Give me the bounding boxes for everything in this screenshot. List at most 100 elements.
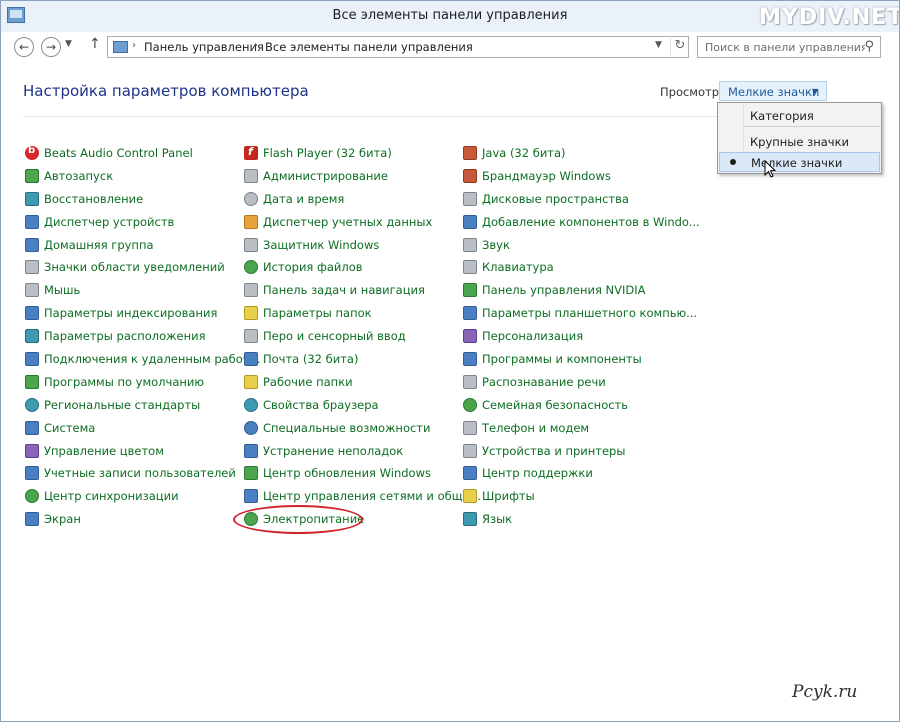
page-title: Настройка параметров компьютера bbox=[23, 82, 309, 100]
control-panel-item-label: Домашняя группа bbox=[44, 237, 154, 252]
breadcrumb-separator-icon[interactable]: › bbox=[254, 40, 258, 51]
fonts-icon bbox=[463, 489, 477, 504]
control-panel-item-label: Рабочие папки bbox=[263, 374, 353, 389]
breadcrumb-control-panel[interactable]: Панель управления bbox=[144, 40, 264, 54]
view-by-dropdown[interactable]: Мелкие значки ▼ bbox=[719, 81, 827, 101]
selected-bullet-icon bbox=[730, 159, 736, 165]
view-by-value: Мелкие значки bbox=[728, 85, 820, 99]
control-panel-item-label: Шрифты bbox=[482, 489, 535, 504]
troubleshooting-icon bbox=[244, 443, 258, 458]
internet-options-icon bbox=[244, 397, 258, 412]
control-panel-item-label: Подключения к удаленным рабоч... bbox=[44, 352, 261, 367]
control-panel-item-label: Язык bbox=[482, 512, 513, 527]
user-accounts-icon bbox=[25, 466, 39, 481]
beats-icon bbox=[25, 145, 39, 160]
control-panel-item-label: Телефон и модем bbox=[482, 420, 590, 435]
mouse-icon bbox=[25, 283, 39, 298]
search-input[interactable] bbox=[698, 37, 865, 57]
control-panel-item-label: Панель задач и навигация bbox=[263, 283, 425, 298]
control-panel-item-label: Панель управления NVIDIA bbox=[482, 283, 646, 298]
site-logo: Pcyk.ru bbox=[792, 682, 858, 702]
phone-modem-icon bbox=[463, 420, 477, 435]
network-center-icon bbox=[244, 489, 258, 504]
control-panel-item-label: Центр синхронизации bbox=[44, 489, 179, 504]
control-panel-item-label: Звук bbox=[482, 237, 510, 252]
control-panel-item-label: Распознавание речи bbox=[482, 374, 606, 389]
control-panel-item-label: Управление цветом bbox=[44, 443, 164, 458]
nvidia-icon bbox=[463, 283, 477, 298]
windows-update-icon bbox=[244, 466, 258, 481]
speech-recognition-icon bbox=[463, 374, 477, 389]
control-panel-item-label: Почта (32 бита) bbox=[263, 352, 359, 367]
recovery-icon bbox=[25, 191, 39, 206]
dropdown-arrow-icon: ▼ bbox=[811, 87, 818, 96]
mouse-pointer-icon bbox=[764, 160, 777, 178]
display-icon bbox=[25, 512, 39, 527]
sync-center-icon bbox=[25, 489, 39, 504]
control-panel-item-label: Автозапуск bbox=[44, 168, 114, 183]
control-panel-item-label: Программы по умолчанию bbox=[44, 374, 205, 389]
back-button[interactable]: ← bbox=[14, 37, 34, 57]
control-panel-item-label: Устройства и принтеры bbox=[482, 443, 626, 458]
firewall-icon bbox=[463, 168, 477, 183]
control-panel-item-label: Мышь bbox=[44, 283, 81, 298]
control-panel-item-label: Система bbox=[44, 420, 96, 435]
recent-pages-chevron-icon[interactable]: ▼ bbox=[65, 39, 72, 49]
search-field[interactable]: ⚲ bbox=[697, 36, 881, 58]
credential-manager-icon bbox=[244, 214, 258, 229]
action-center-icon bbox=[463, 466, 477, 481]
back-arrow-icon: ← bbox=[18, 40, 30, 54]
storage-spaces-icon bbox=[463, 191, 477, 206]
control-panel-item-label: Параметры расположения bbox=[44, 329, 206, 344]
control-panel-item-label: Учетные записи пользователей bbox=[44, 466, 236, 481]
default-programs-icon bbox=[25, 374, 39, 389]
control-panel-item-label: Flash Player (32 бита) bbox=[263, 146, 392, 160]
control-panel-item-label: Центр обновления Windows bbox=[263, 466, 431, 481]
control-panel-item-label: Диспетчер устройств bbox=[44, 214, 175, 229]
autoplay-icon bbox=[25, 168, 39, 183]
menu-item-large-icons[interactable]: Крупные значки bbox=[719, 132, 880, 152]
personalization-icon bbox=[463, 329, 477, 344]
sound-icon bbox=[463, 237, 477, 252]
control-panel-item-label: Параметры планшетного компью... bbox=[482, 306, 698, 321]
control-panel-item-label: Администрирование bbox=[263, 168, 388, 183]
address-field[interactable]: › Панель управления › Все элементы панел… bbox=[107, 36, 689, 58]
refresh-icon[interactable]: ↻ bbox=[670, 38, 689, 56]
region-icon bbox=[25, 397, 39, 412]
control-panel-item-label: Перо и сенсорный ввод bbox=[263, 329, 406, 344]
forward-button[interactable]: → bbox=[41, 37, 61, 57]
breadcrumb-separator-icon[interactable]: › bbox=[132, 40, 136, 51]
color-management-icon bbox=[25, 443, 39, 458]
control-panel-item-label: Брандмауэр Windows bbox=[482, 168, 611, 183]
up-button[interactable]: ↑ bbox=[89, 36, 101, 52]
breadcrumb-all-items[interactable]: Все элементы панели управления bbox=[265, 40, 473, 54]
system-icon bbox=[25, 420, 39, 435]
menu-item-label: Категория bbox=[750, 109, 814, 123]
keyboard-icon bbox=[463, 260, 477, 275]
menu-item-label: Крупные значки bbox=[750, 135, 850, 149]
control-panel-item-label: Специальные возможности bbox=[263, 420, 431, 435]
flash-icon bbox=[244, 145, 258, 160]
control-panel-item-label: Программы и компоненты bbox=[482, 352, 642, 367]
menu-item-category[interactable]: Категория bbox=[719, 106, 880, 126]
control-panel-item-label: Диспетчер учетных данных bbox=[263, 214, 433, 229]
homegroup-icon bbox=[25, 237, 39, 252]
control-panel-item-label: Защитник Windows bbox=[263, 237, 380, 252]
control-panel-item-label: Свойства браузера bbox=[263, 397, 379, 412]
menu-item-small-icons[interactable]: Мелкие значки bbox=[719, 152, 880, 172]
up-arrow-icon: ↑ bbox=[89, 36, 101, 52]
control-panel-item-label: Beats Audio Control Panel bbox=[44, 146, 193, 160]
control-panel-item-label: Семейная безопасность bbox=[482, 397, 629, 412]
control-panel-item-label: Параметры индексирования bbox=[44, 306, 218, 321]
control-panel-item-label: Значки области уведомлений bbox=[44, 260, 225, 275]
title-bar[interactable]: Все элементы панели управления MYDIV.NET bbox=[1, 1, 899, 32]
control-panel-item-label: Параметры папок bbox=[263, 306, 372, 321]
forward-arrow-icon: → bbox=[45, 40, 57, 54]
address-history-chevron-icon[interactable]: ▼ bbox=[655, 40, 662, 50]
file-history-icon bbox=[244, 260, 258, 275]
search-icon[interactable]: ⚲ bbox=[864, 39, 874, 54]
menu-separator bbox=[744, 126, 880, 127]
control-panel-item-label: Устранение неполадок bbox=[263, 443, 404, 458]
address-control-panel-icon bbox=[113, 41, 128, 53]
remote-connection-icon bbox=[25, 352, 39, 367]
